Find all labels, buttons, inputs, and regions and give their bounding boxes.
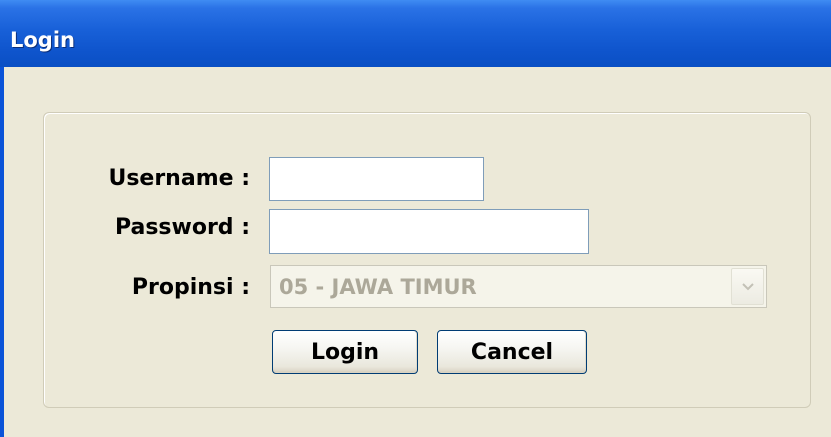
propinsi-select[interactable]: 05 - JAWA TIMUR — [270, 265, 767, 308]
title-bar[interactable]: Login — [0, 0, 831, 67]
window-title: Login — [10, 28, 75, 52]
login-button[interactable]: Login — [272, 330, 418, 374]
username-label: Username : — [108, 166, 250, 191]
propinsi-selected-value: 05 - JAWA TIMUR — [279, 275, 477, 299]
propinsi-dropdown-button[interactable] — [731, 268, 764, 305]
password-input[interactable] — [269, 209, 589, 254]
username-input[interactable] — [269, 157, 484, 201]
cancel-button[interactable]: Cancel — [437, 330, 587, 374]
chevron-down-icon — [742, 283, 754, 291]
password-label: Password : — [114, 215, 250, 240]
propinsi-label: Propinsi : — [131, 275, 250, 300]
